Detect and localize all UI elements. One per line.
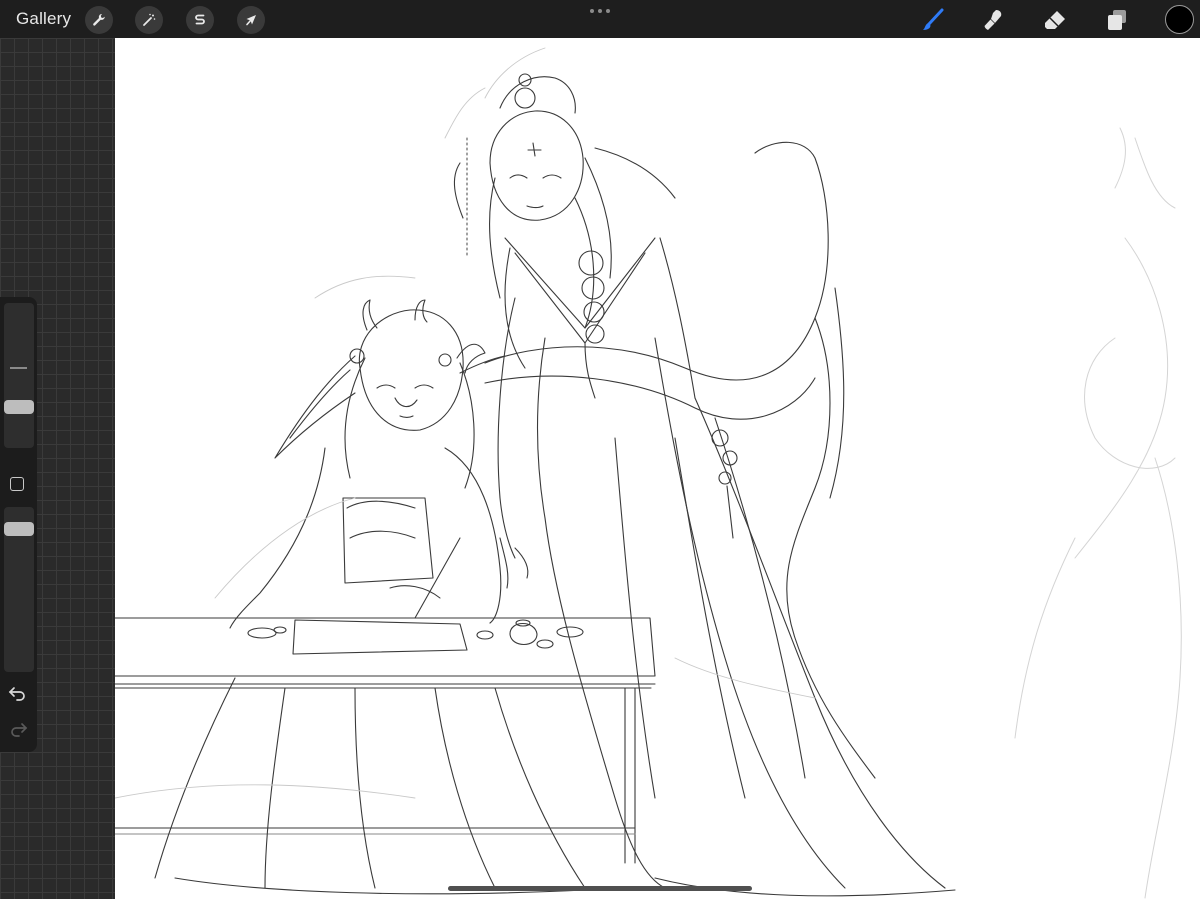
smudge-icon[interactable] xyxy=(979,5,1009,35)
brush-size-thumb[interactable] xyxy=(4,400,34,414)
redo-icon[interactable] xyxy=(8,721,28,737)
drawing-canvas[interactable] xyxy=(115,38,1200,899)
selection-s-icon[interactable] xyxy=(186,6,214,34)
slider-divider xyxy=(10,367,27,369)
eraser-icon[interactable] xyxy=(1040,5,1070,35)
undo-icon[interactable] xyxy=(8,685,28,701)
more-handle-icon[interactable] xyxy=(590,7,610,15)
wrench-icon[interactable] xyxy=(85,6,113,34)
sidebar xyxy=(0,297,37,752)
gallery-button[interactable]: Gallery xyxy=(16,9,71,29)
brush-icon[interactable] xyxy=(918,5,948,35)
arrow-cursor-icon[interactable] xyxy=(237,6,265,34)
home-indicator[interactable] xyxy=(448,886,752,891)
sketch-artwork xyxy=(115,47,1182,899)
top-toolbar: Gallery xyxy=(0,0,1200,38)
color-swatch[interactable] xyxy=(1165,5,1194,34)
square-modify-icon[interactable] xyxy=(10,477,24,491)
opacity-thumb[interactable] xyxy=(4,522,34,536)
magic-wand-icon[interactable] xyxy=(135,6,163,34)
brush-size-slider[interactable] xyxy=(4,303,34,448)
layers-icon[interactable] xyxy=(1102,5,1132,35)
